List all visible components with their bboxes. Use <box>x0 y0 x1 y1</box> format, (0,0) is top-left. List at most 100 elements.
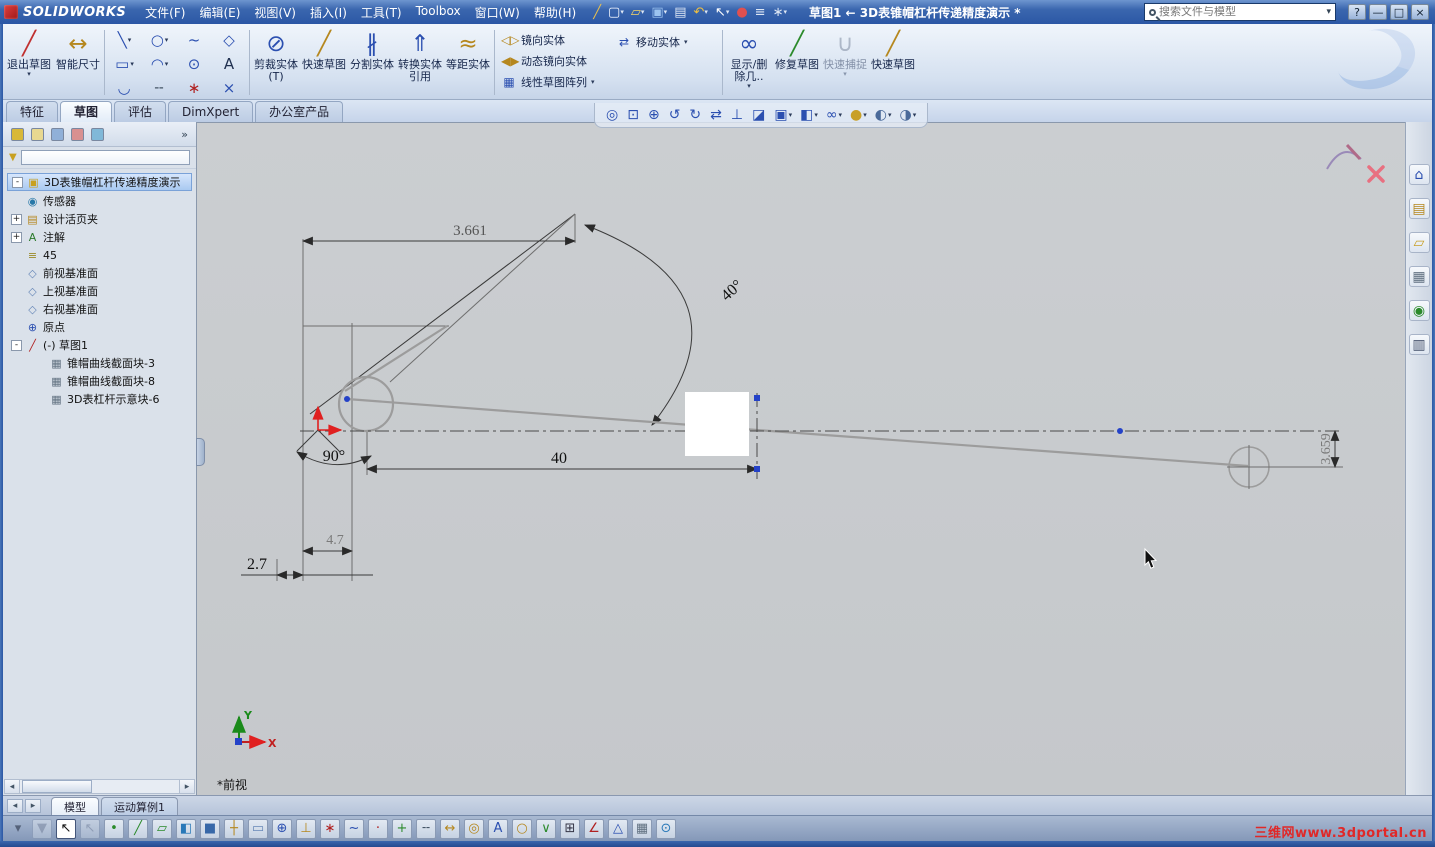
point-tool-icon[interactable]: ∗ <box>177 76 212 100</box>
hide-show-items-icon[interactable]: ∞ ▾ <box>823 106 845 124</box>
view-palette-icon[interactable]: ▦ <box>1408 266 1430 287</box>
menu-item[interactable]: 窗口(W) <box>468 1 527 24</box>
polygon-tool-icon[interactable]: ◇ <box>212 28 247 52</box>
tree-horizontal-scrollbar[interactable]: ◂ ▸ <box>4 779 195 794</box>
expand-collapse-icon[interactable] <box>35 376 46 387</box>
filter-balloons-icon[interactable]: ○ <box>512 818 532 839</box>
move-entities-button[interactable]: ⇄ 移动实体 ▾ <box>616 34 720 50</box>
filter-blocks-icon[interactable]: ▦ <box>632 818 652 839</box>
rotate-view-icon[interactable]: ↻ <box>686 106 705 124</box>
split-entities-button[interactable]: ∦ 分割实体 <box>348 26 396 99</box>
close-button[interactable]: × <box>1411 4 1429 20</box>
filter-planes-icon[interactable]: ▭ <box>248 818 268 839</box>
expand-collapse-icon[interactable] <box>11 196 22 207</box>
filter-geometric-tolerances-icon[interactable]: ⊞ <box>560 818 580 839</box>
tab-sketch[interactable]: 草图 <box>60 101 113 122</box>
motion-scroll-right-button[interactable]: ▸ <box>25 799 41 813</box>
tree-item[interactable]: + ▤ 设计活页夹 <box>5 210 194 228</box>
undo-icon[interactable]: ↶ ▾ <box>691 3 709 21</box>
motion-scroll-left-button[interactable]: ◂ <box>7 799 23 813</box>
expand-collapse-icon[interactable]: - <box>11 339 22 351</box>
dimension-3-661[interactable]: 3.661 <box>301 223 577 246</box>
expand-collapse-icon[interactable]: - <box>12 176 23 188</box>
tree-item[interactable]: ◇ 右视基准面 <box>5 300 194 318</box>
menu-item[interactable]: 编辑(E) <box>192 1 247 24</box>
zoom-fit-icon[interactable]: ◎ <box>603 106 622 124</box>
filter-coordinate-systems-icon[interactable]: ⊥ <box>296 818 316 839</box>
menu-item[interactable]: 视图(V) <box>247 1 303 24</box>
filter-hole-callouts-icon[interactable]: ◎ <box>464 818 484 839</box>
view-orientation-icon[interactable]: ▣ ▾ <box>771 106 795 124</box>
expand-collapse-icon[interactable]: + <box>11 231 22 243</box>
filter-sketch-points-icon[interactable]: ∗ <box>320 818 340 839</box>
tree-item[interactable]: ▦ 锥帽曲线截面块-3 <box>5 354 194 372</box>
edit-appearance-icon[interactable]: ● ▾ <box>847 106 870 124</box>
filter-solid-bodies-icon[interactable]: ■ <box>200 818 220 839</box>
tab-office-products[interactable]: 办公室产品 <box>255 101 344 122</box>
print-icon[interactable]: ▤ <box>672 3 688 21</box>
new-document-icon[interactable]: ▢ ▾ <box>606 3 626 21</box>
filter-routing-points-icon[interactable]: ⊙ <box>656 818 676 839</box>
options-gear-icon[interactable]: ∗ ▾ <box>771 3 789 21</box>
minimize-button[interactable]: — <box>1369 4 1387 20</box>
graphics-area[interactable]: 3.661 40° 40 90° 4.7 2.7 3.659 Y X *前视 <box>197 122 1405 795</box>
trim-entities-button[interactable]: ⊘ 剪裁实体(T) <box>252 26 300 99</box>
configuration-manager-tab[interactable] <box>51 127 64 141</box>
filter-notes-icon[interactable]: A <box>488 818 508 839</box>
tree-item[interactable]: ◉ 传感器 <box>5 192 194 210</box>
scroll-left-button[interactable]: ◂ <box>5 780 20 793</box>
search-caret-icon[interactable]: ▾ <box>1326 7 1331 17</box>
apply-scene-icon[interactable]: ◐ ▾ <box>872 106 895 124</box>
menu-item[interactable]: 文件(F) <box>138 1 192 24</box>
dimension-90-degrees[interactable]: 90° <box>296 429 372 465</box>
tree-root-item[interactable]: - ▣ 3D表锥帽杠杆传递精度演示 <box>7 173 192 191</box>
circle-tool-icon[interactable]: ○ ▾ <box>142 28 177 52</box>
tree-item[interactable]: ≡ 45 <box>5 246 194 264</box>
expand-collapse-icon[interactable] <box>11 322 22 333</box>
centerline-tool-icon[interactable]: ╌ <box>142 76 177 100</box>
open-icon[interactable]: ▱ ▾ <box>629 3 647 21</box>
menu-item[interactable]: 插入(I) <box>303 1 354 24</box>
dynamic-mirror-button[interactable]: ◀▶ 动态镜向实体 <box>501 53 611 69</box>
filter-faces-icon[interactable]: ▱ <box>152 818 172 839</box>
quick-snaps-button[interactable]: ∪ 快速捕捉 ▾ <box>821 26 869 99</box>
scroll-right-button[interactable]: ▸ <box>179 780 194 793</box>
tab-motion-study-1[interactable]: 运动算例1 <box>101 797 178 815</box>
feature-manager-tab[interactable] <box>11 127 24 141</box>
filter-datum-features-icon[interactable]: △ <box>608 818 628 839</box>
filter-surface-finish-icon[interactable]: ∨ <box>536 818 556 839</box>
zoom-area-icon[interactable]: ⊡ <box>624 106 643 124</box>
expand-collapse-icon[interactable] <box>35 394 46 405</box>
filter-weld-symbols-icon[interactable]: ∠ <box>584 818 604 839</box>
rapid-sketch-button[interactable]: ╱ 快速草图 <box>300 26 348 99</box>
file-properties-icon[interactable]: ≡ <box>753 3 768 21</box>
line-tool-icon[interactable]: ╲ ▾ <box>107 28 142 52</box>
display-style-icon[interactable]: ◧ ▾ <box>797 106 821 124</box>
tab-evaluate[interactable]: 评估 <box>114 101 167 122</box>
tab-dimxpert[interactable]: DimXpert <box>168 101 254 122</box>
filter-dimensions-icon[interactable]: ↔ <box>440 818 460 839</box>
filter-sketch-segments-icon[interactable]: ~ <box>344 818 364 839</box>
expand-collapse-icon[interactable] <box>11 304 22 315</box>
menu-item[interactable]: 帮助(H) <box>527 1 583 24</box>
zoom-in-out-icon[interactable]: ⊕ <box>645 106 664 124</box>
tab-features[interactable]: 特征 <box>6 101 59 122</box>
filter-edges-icon[interactable]: ╱ <box>128 818 148 839</box>
select-tool-icon[interactable]: ↖ <box>56 818 76 839</box>
rapid-sketch-button-2[interactable]: ╱ 快速草图 <box>869 26 917 99</box>
appearances-scenes-icon[interactable]: ◉ <box>1408 300 1430 321</box>
solidworks-resources-icon[interactable]: ⌂ <box>1408 164 1430 185</box>
fillet-tool-icon[interactable]: ◡ <box>107 76 142 100</box>
sketch-geometry[interactable] <box>337 325 1271 489</box>
accept-sketch-icon[interactable] <box>1326 143 1362 170</box>
sketch-origin[interactable] <box>312 405 343 436</box>
filter-centerline-icon[interactable]: ╌ <box>416 818 436 839</box>
display-delete-relations-button[interactable]: ∞ 显示/删除几.. ▾ <box>725 26 773 99</box>
custom-properties-icon[interactable]: ▥ <box>1408 334 1430 355</box>
expand-collapse-icon[interactable] <box>35 358 46 369</box>
filter-origins-icon[interactable]: ⊕ <box>272 818 292 839</box>
expand-collapse-icon[interactable]: + <box>11 213 22 225</box>
search-input[interactable] <box>1159 6 1324 18</box>
menu-item[interactable]: 工具(T) <box>354 1 409 24</box>
construction-geometry-icon[interactable]: × <box>212 76 247 100</box>
